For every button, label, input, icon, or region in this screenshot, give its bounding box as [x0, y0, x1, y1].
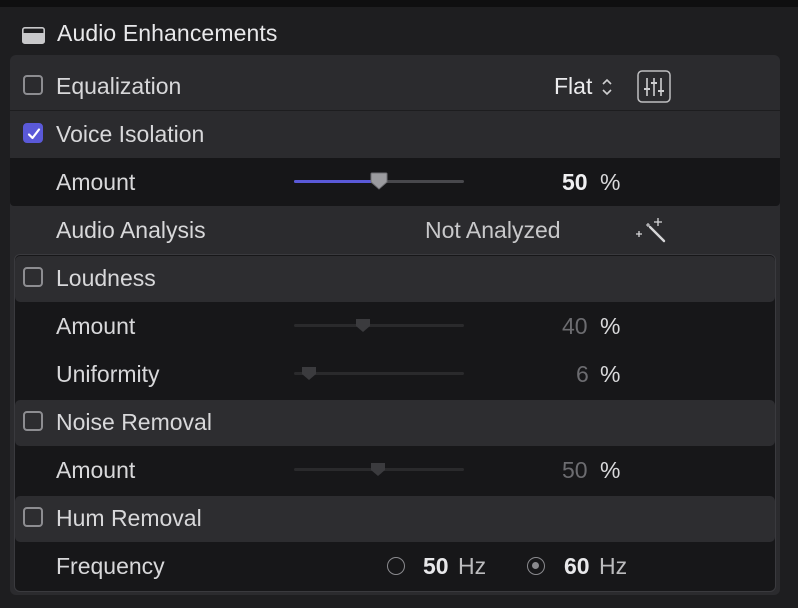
voice-isolation-row: Voice Isolation [10, 111, 780, 157]
hum-50hz-unit: Hz [458, 553, 487, 579]
noise-removal-amount-slider-knob[interactable] [370, 461, 386, 477]
noise-removal-amount-value[interactable]: 50 [562, 457, 588, 484]
loudness-amount-value[interactable]: 40 [562, 313, 588, 340]
loudness-amount-slider-track[interactable] [294, 324, 464, 327]
loudness-uniformity-slider-knob[interactable] [301, 365, 317, 381]
loudness-checkbox[interactable] [23, 267, 43, 287]
loudness-uniformity-row: Uniformity 6 % [10, 351, 780, 397]
voice-isolation-amount-row: Amount 50 % [10, 159, 780, 205]
audio-analysis-row: Audio Analysis Not Analyzed [10, 207, 780, 253]
hum-50hz-value: 50 [423, 553, 449, 579]
loudness-uniformity-slider-track[interactable] [294, 372, 464, 375]
equalization-row: Equalization Flat [10, 63, 780, 109]
equalization-label: Equalization [56, 73, 182, 99]
loudness-amount-unit: % [600, 313, 621, 339]
voice-isolation-label: Voice Isolation [56, 121, 205, 147]
voice-isolation-amount-label: Amount [56, 169, 136, 195]
section-header[interactable]: Audio Enhancements [0, 16, 798, 48]
loudness-amount-label: Amount [56, 313, 136, 339]
loudness-amount-slider-knob[interactable] [355, 317, 371, 333]
noise-removal-amount-row: Amount 50 % [10, 447, 780, 493]
hum-removal-row: Hum Removal [10, 495, 780, 541]
magic-wand-icon[interactable] [634, 215, 670, 245]
noise-removal-amount-label: Amount [56, 457, 136, 483]
noise-removal-row: Noise Removal [10, 399, 780, 445]
hum-removal-label: Hum Removal [56, 505, 202, 531]
loudness-uniformity-unit: % [600, 361, 621, 387]
checkmark-icon [27, 128, 41, 140]
voice-isolation-amount-unit: % [600, 169, 621, 195]
loudness-row: Loudness [10, 255, 780, 301]
loudness-uniformity-value[interactable]: 6 [576, 361, 589, 388]
hum-removal-checkbox[interactable] [23, 507, 43, 527]
voice-isolation-slider-knob[interactable] [370, 172, 388, 190]
audio-analysis-status: Not Analyzed [425, 217, 561, 243]
hum-60hz-radio[interactable] [527, 557, 545, 575]
voice-isolation-slider-fill [294, 180, 379, 183]
loudness-label: Loudness [56, 265, 156, 291]
eq-preset-popup[interactable]: Flat [554, 73, 592, 100]
equalizer-sliders-icon[interactable] [637, 70, 671, 103]
hum-frequency-row: Frequency 50 Hz 60 Hz [10, 543, 780, 589]
noise-removal-checkbox[interactable] [23, 411, 43, 431]
hum-50hz-radio[interactable] [387, 557, 405, 575]
noise-removal-amount-unit: % [600, 457, 621, 483]
loudness-amount-row: Amount 40 % [10, 303, 780, 349]
hum-60hz-unit: Hz [599, 553, 628, 579]
chevron-updown-icon [602, 78, 612, 96]
voice-isolation-checkbox[interactable] [23, 123, 43, 143]
noise-removal-label: Noise Removal [56, 409, 212, 435]
window-top-border [0, 0, 798, 7]
section-title: Audio Enhancements [57, 20, 278, 46]
audio-analysis-label: Audio Analysis [56, 217, 206, 243]
equalization-checkbox[interactable] [23, 75, 43, 95]
voice-isolation-amount-value[interactable]: 50 [562, 169, 588, 196]
panel-icon [22, 27, 45, 44]
hum-frequency-label: Frequency [56, 553, 165, 579]
hum-60hz-value: 60 [564, 553, 590, 579]
loudness-uniformity-label: Uniformity [56, 361, 160, 387]
